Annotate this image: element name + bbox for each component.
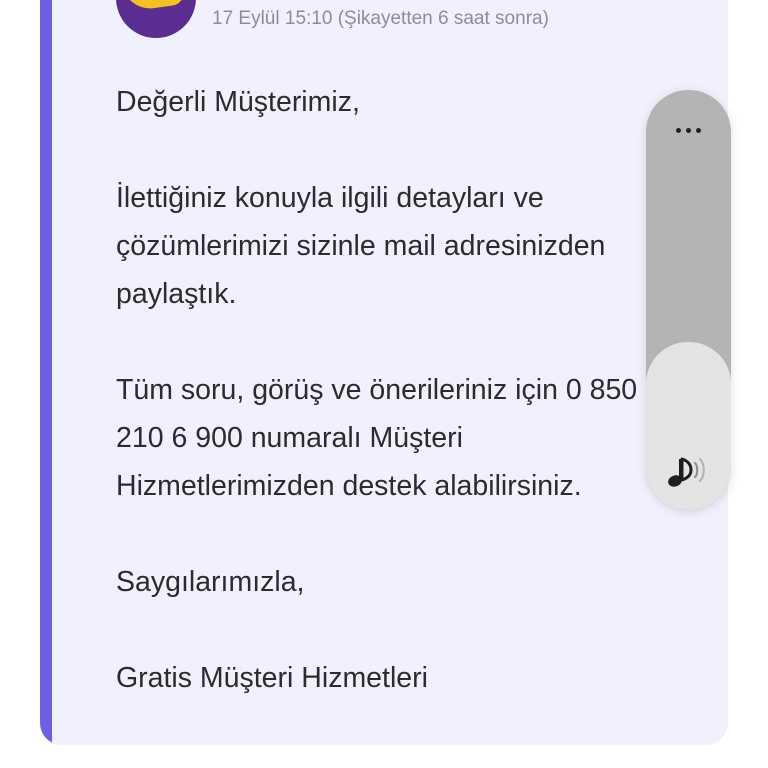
volume-more-button[interactable] [646, 112, 731, 148]
message-closing: Saygılarımızla, [116, 566, 305, 598]
screen: 17 Eylül 15:10 (Şikayetten 6 saat sonra)… [0, 0, 768, 768]
card-accent-bar [40, 0, 52, 745]
more-dots-icon [676, 127, 701, 133]
message-paragraph-1: İlettiğiniz konuyla ilgili detayları ve … [116, 182, 606, 310]
speaker-volume-icon [668, 457, 705, 487]
message-paragraph-2: Tüm soru, görüş ve önerileriniz için 0 8… [116, 374, 638, 502]
reply-message: Değerli Müşterimiz, İlettiğiniz konuyla … [116, 78, 656, 702]
brand-avatar[interactable] [116, 0, 196, 38]
reply-card: 17 Eylül 15:10 (Şikayetten 6 saat sonra)… [40, 0, 728, 745]
message-signature: Gratis Müşteri Hizmetleri [116, 662, 428, 694]
reply-timestamp: 17 Eylül 15:10 (Şikayetten 6 saat sonra) [212, 8, 549, 29]
volume-slider[interactable] [646, 90, 731, 510]
brand-logo-icon [122, 0, 186, 13]
message-greeting: Değerli Müşterimiz, [116, 86, 360, 118]
